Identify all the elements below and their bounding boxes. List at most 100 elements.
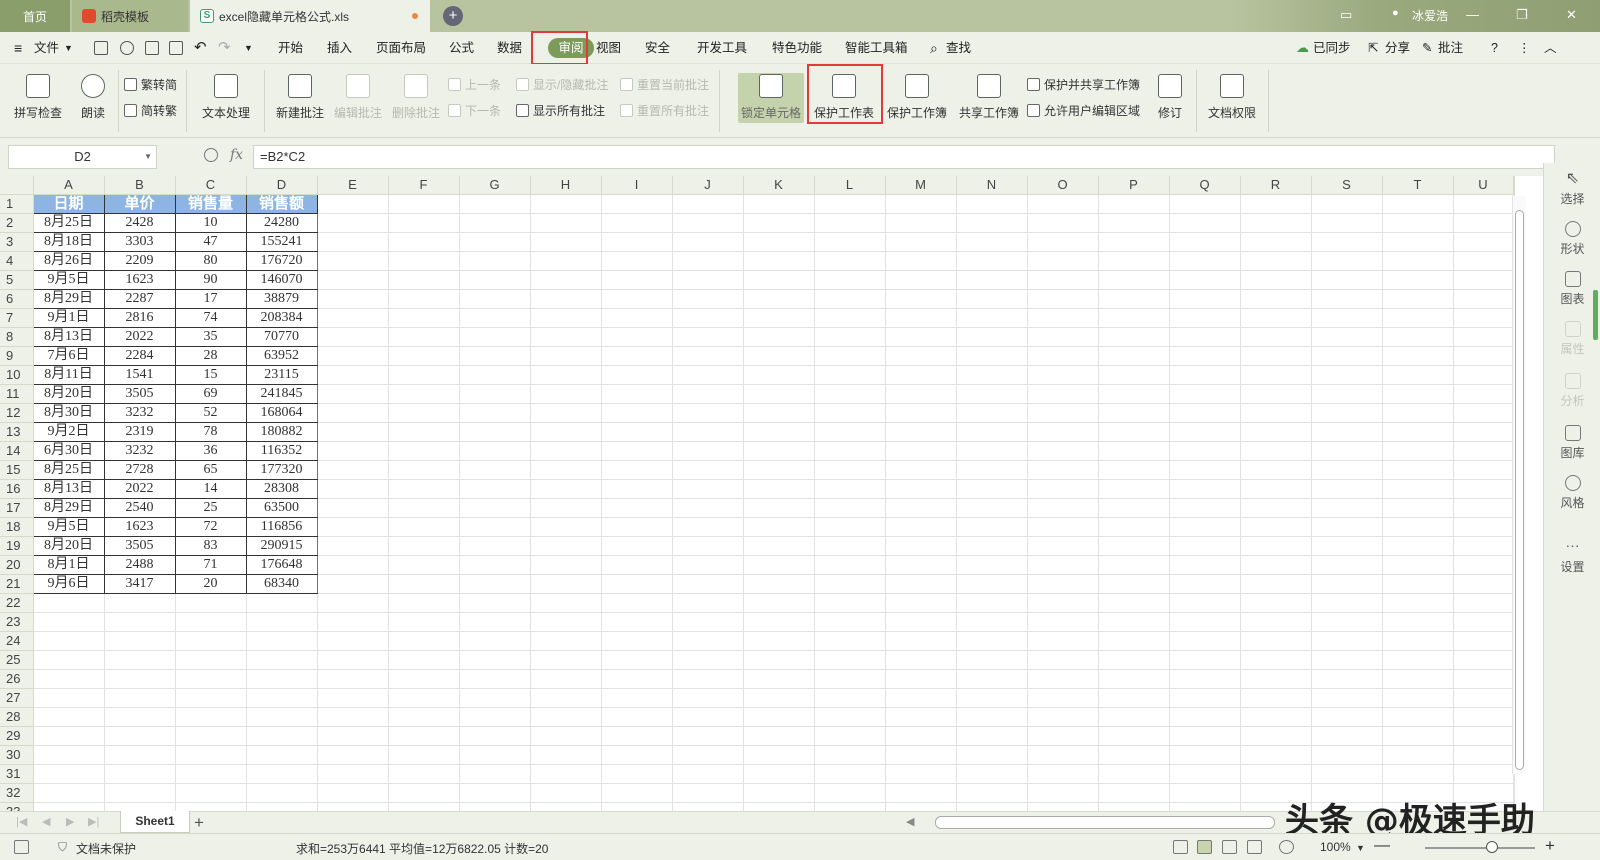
cell[interactable] <box>317 612 389 632</box>
cell[interactable] <box>885 688 957 708</box>
cell[interactable] <box>388 783 460 803</box>
cell[interactable] <box>743 194 815 214</box>
cell[interactable] <box>1027 213 1099 233</box>
cell[interactable] <box>672 251 744 271</box>
row-header[interactable]: 17 <box>0 498 34 518</box>
cell[interactable] <box>672 422 744 442</box>
cell[interactable] <box>1453 251 1514 271</box>
cell[interactable] <box>1169 517 1241 537</box>
cell[interactable] <box>743 536 815 556</box>
cell[interactable]: 80 <box>174 251 247 271</box>
row-header[interactable]: 33 <box>0 802 34 811</box>
cell[interactable] <box>743 232 815 252</box>
cell[interactable] <box>672 479 744 499</box>
cell[interactable] <box>104 688 176 708</box>
column-header[interactable]: A <box>33 176 105 195</box>
cell[interactable] <box>459 688 531 708</box>
cell[interactable]: 241845 <box>245 384 318 404</box>
cell[interactable]: 116856 <box>245 517 318 537</box>
cell[interactable] <box>1098 612 1170 632</box>
cell[interactable] <box>246 650 318 670</box>
cell[interactable] <box>743 403 815 423</box>
cell[interactable] <box>956 441 1028 461</box>
cell[interactable] <box>1240 346 1312 366</box>
cell[interactable]: 8月20日 <box>32 384 105 404</box>
row-header[interactable]: 12 <box>0 403 34 423</box>
cell[interactable] <box>743 593 815 613</box>
row-header[interactable]: 2 <box>0 213 34 233</box>
cell[interactable] <box>1169 688 1241 708</box>
cell[interactable]: 9月1日 <box>32 308 105 328</box>
cell[interactable] <box>672 802 744 811</box>
column-header[interactable]: Q <box>1169 176 1241 195</box>
cell[interactable] <box>1027 517 1099 537</box>
cell[interactable] <box>175 688 247 708</box>
cell[interactable] <box>885 441 957 461</box>
cell[interactable] <box>956 289 1028 309</box>
cell[interactable] <box>1027 289 1099 309</box>
menu-data[interactable]: 数据 <box>497 32 522 64</box>
cell[interactable] <box>1169 650 1241 670</box>
vertical-scroll-thumb[interactable] <box>1515 210 1524 770</box>
cell[interactable] <box>1453 384 1514 404</box>
sidebar-shape[interactable]: 形状 <box>1544 221 1600 257</box>
cell[interactable] <box>1169 802 1241 811</box>
cell[interactable] <box>1382 289 1454 309</box>
cell[interactable] <box>743 384 815 404</box>
cell[interactable] <box>672 688 744 708</box>
sidebar-gallery[interactable]: 图库 <box>1544 425 1600 461</box>
cell[interactable]: 3232 <box>103 441 176 461</box>
cell[interactable] <box>885 270 957 290</box>
cell[interactable] <box>459 403 531 423</box>
spell-check-button[interactable]: 拼写检查 <box>8 74 68 121</box>
column-header[interactable]: L <box>814 176 886 195</box>
cell[interactable] <box>956 365 1028 385</box>
add-sheet-button[interactable]: + <box>194 813 204 833</box>
track-changes-button[interactable]: 修订 <box>1148 74 1192 121</box>
cell[interactable] <box>1240 688 1312 708</box>
cell[interactable] <box>1027 593 1099 613</box>
column-header[interactable]: M <box>885 176 957 195</box>
cell[interactable] <box>885 346 957 366</box>
cell[interactable]: 2540 <box>103 498 176 518</box>
cell[interactable] <box>601 251 673 271</box>
cell[interactable] <box>388 460 460 480</box>
cell[interactable] <box>885 593 957 613</box>
cell[interactable] <box>1169 669 1241 689</box>
cell[interactable] <box>601 764 673 784</box>
cell[interactable] <box>672 517 744 537</box>
cell[interactable] <box>317 327 389 347</box>
cell[interactable] <box>743 802 815 811</box>
edit-comment-button[interactable]: 编辑批注 <box>328 74 388 121</box>
cell[interactable] <box>530 479 602 499</box>
cell[interactable] <box>1311 669 1383 689</box>
cell[interactable] <box>388 669 460 689</box>
cell[interactable] <box>104 612 176 632</box>
cell[interactable] <box>459 745 531 765</box>
cell[interactable] <box>1169 726 1241 746</box>
cell[interactable] <box>1382 498 1454 518</box>
cell[interactable] <box>388 574 460 594</box>
cell[interactable] <box>1169 460 1241 480</box>
cell[interactable] <box>814 441 886 461</box>
cell[interactable] <box>672 403 744 423</box>
cell[interactable]: 8月25日 <box>32 213 105 233</box>
cell[interactable]: 2816 <box>103 308 176 328</box>
cell[interactable] <box>388 517 460 537</box>
cell[interactable]: 38879 <box>245 289 318 309</box>
cell[interactable]: 8月18日 <box>32 232 105 252</box>
cell[interactable] <box>317 593 389 613</box>
cell[interactable] <box>1311 422 1383 442</box>
cell[interactable] <box>956 403 1028 423</box>
cell[interactable] <box>388 745 460 765</box>
cell[interactable] <box>530 289 602 309</box>
cell[interactable] <box>459 650 531 670</box>
cell[interactable] <box>956 536 1028 556</box>
cell[interactable] <box>1169 631 1241 651</box>
cell[interactable] <box>1453 365 1514 385</box>
cell[interactable] <box>672 631 744 651</box>
share-button[interactable]: 分享 <box>1385 32 1410 64</box>
cell[interactable] <box>1453 574 1514 594</box>
cell[interactable] <box>1027 574 1099 594</box>
cell[interactable] <box>317 289 389 309</box>
